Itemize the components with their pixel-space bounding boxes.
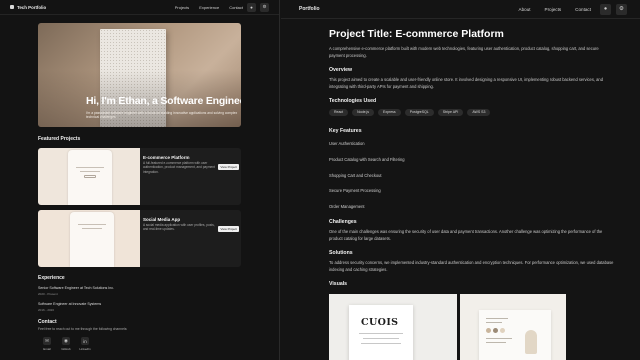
brand-label[interactable]: Portfolio <box>299 6 505 12</box>
project-thumbnail <box>38 148 140 205</box>
linkedin-icon: in <box>81 337 89 345</box>
brand[interactable]: Tech Portfolio <box>10 5 165 10</box>
experience-dates: 2020 - Present <box>38 292 58 296</box>
tech-tag: PostgreSQL <box>404 109 434 116</box>
visual-image-branding[interactable]: CUOIS <box>329 294 457 360</box>
feature-item: User Authentication <box>329 141 365 146</box>
experience-item: Senior Software Engineer at Tech Solutio… <box>38 286 114 296</box>
project-intro: A comprehensive e-commerce platform buil… <box>329 46 599 59</box>
challenges-text: One of the main challenges was ensuring … <box>329 229 603 242</box>
phone-mockup <box>68 150 112 205</box>
contact-label: LinkedIn <box>79 347 91 351</box>
nav-link-contact[interactable]: Contact <box>229 5 243 10</box>
tech-tag: Express <box>378 109 401 116</box>
overview-text: This project aimed to create a scalable … <box>329 77 603 90</box>
solutions-text: To address security concerns, we impleme… <box>329 260 614 273</box>
nav-link-experience[interactable]: Experience <box>199 5 219 10</box>
hero-banner: Hi, I'm Ethan, a Software Engineer I'm a… <box>38 23 241 127</box>
experience-heading: Experience <box>38 275 65 281</box>
experience-role: Software Engineer at Innovate Systems <box>38 302 102 306</box>
project-description: A full-featured e-commerce platform with… <box>143 161 215 174</box>
contact-heading: Contact <box>38 319 57 325</box>
top-nav: Portfolio About Projects Contact ● ⚙ <box>281 0 640 19</box>
featured-projects-heading: Featured Projects <box>38 136 81 142</box>
project-detail-screen: Portfolio About Projects Contact ● ⚙ Pro… <box>281 0 640 360</box>
project-description: A social media application with user pro… <box>143 223 215 232</box>
phone-mockup <box>70 212 114 267</box>
project-title: Social Media App <box>143 217 181 222</box>
tech-tag: React <box>329 109 349 116</box>
visuals-heading: Visuals <box>329 281 348 287</box>
contact-text: Feel free to reach out to me through the… <box>38 327 128 331</box>
nav-link-about[interactable]: About <box>519 7 531 12</box>
feature-item: Shopping Cart and Checkout <box>329 173 382 178</box>
contact-github[interactable]: ◉ GitHub <box>57 337 75 351</box>
settings-icon[interactable]: ⚙ <box>260 2 269 12</box>
nav-link-projects[interactable]: Projects <box>545 7 562 12</box>
project-thumbnail <box>38 210 140 267</box>
bell-icon[interactable]: ● <box>247 2 256 12</box>
top-nav: Tech Portfolio Projects Experience Conta… <box>0 0 279 15</box>
project-card-social[interactable]: Social Media App A social media applicat… <box>38 210 241 267</box>
hero-title: Hi, I'm Ethan, a Software Engineer <box>86 95 241 107</box>
settings-icon[interactable]: ⚙ <box>616 3 627 15</box>
contact-label: Email <box>43 347 51 351</box>
product-panel <box>479 310 551 360</box>
github-icon: ◉ <box>62 337 70 345</box>
overview-heading: Overview <box>329 67 353 73</box>
brand-logo: CUOIS <box>361 317 399 328</box>
brand-card: CUOIS <box>349 305 413 360</box>
brand-label: Tech Portfolio <box>17 4 47 10</box>
contact-email[interactable]: ✉ Email <box>38 337 56 351</box>
project-title: E-commerce Platform <box>143 155 190 160</box>
experience-dates: 2016 - 2020 <box>38 308 55 312</box>
feature-item: Product Catalog with Search and Filterin… <box>329 157 405 162</box>
feature-item: Order Management <box>329 204 365 209</box>
tech-tag: Stripe API <box>437 109 464 116</box>
experience-item: Software Engineer at Innovate Systems 20… <box>38 302 101 312</box>
tech-tag: AWS S3 <box>467 109 491 116</box>
feature-item: Secure Payment Processing <box>329 188 381 193</box>
bell-icon[interactable]: ● <box>600 3 611 15</box>
mail-icon: ✉ <box>43 337 51 345</box>
features-heading: Key Features <box>329 128 362 134</box>
solutions-heading: Solutions <box>329 250 353 256</box>
project-card-ecommerce[interactable]: E-commerce Platform A full-featured e-co… <box>38 148 241 205</box>
technology-tags: React Node.js Express PostgreSQL Stripe … <box>329 109 491 116</box>
visual-image-product[interactable] <box>460 294 566 360</box>
technologies-heading: Technologies Used <box>329 98 377 104</box>
contact-label: GitHub <box>61 347 71 351</box>
nav-link-contact[interactable]: Contact <box>575 7 591 12</box>
experience-role: Senior Software Engineer at Tech Solutio… <box>38 286 115 290</box>
nav-link-projects[interactable]: Projects <box>175 5 189 10</box>
logo-icon <box>10 5 14 9</box>
hero-subtitle: I'm a passionate software engineer with … <box>86 111 238 120</box>
project-title: Project Title: E-commerce Platform <box>329 28 504 40</box>
view-project-button[interactable]: View Project <box>218 226 239 232</box>
tech-tag: Node.js <box>352 109 375 116</box>
product-image <box>525 330 537 354</box>
challenges-heading: Challenges <box>329 219 357 225</box>
view-project-button[interactable]: View Project <box>218 164 239 170</box>
portfolio-home-screen: Tech Portfolio Projects Experience Conta… <box>0 0 280 360</box>
contact-linkedin[interactable]: in LinkedIn <box>76 337 94 351</box>
